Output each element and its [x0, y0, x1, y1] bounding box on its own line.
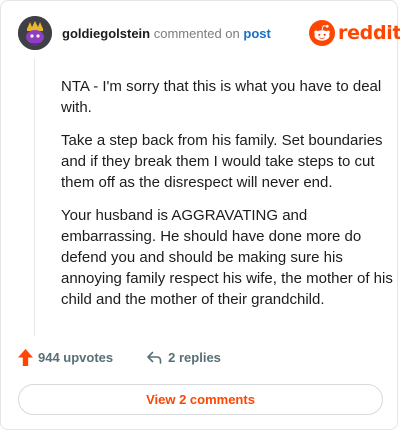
reddit-wordmark: reddit — [338, 22, 400, 44]
replies-count: 2 replies — [168, 350, 221, 365]
replies-button[interactable]: 2 replies — [146, 350, 221, 365]
reply-arrow-icon — [147, 351, 162, 364]
thread-line[interactable] — [34, 59, 35, 336]
upvote-button[interactable]: 944 upvotes — [18, 349, 113, 366]
comment-actions: 944 upvotes 2 replies — [18, 349, 221, 366]
snoo-avatar-icon — [18, 16, 52, 50]
comment-paragraph: Your husband is AGGRAVATING and embarras… — [61, 207, 393, 308]
view-comments-button[interactable]: View 2 comments — [18, 384, 383, 415]
comment-header: goldiegolstein commented on post — [62, 26, 271, 42]
comment-body: NTA - I'm sorry that this is what you ha… — [61, 76, 393, 322]
reddit-logo[interactable]: reddit — [309, 20, 400, 46]
upvote-count: 944 upvotes — [38, 350, 114, 365]
upvote-arrow-icon — [18, 349, 33, 366]
action-text: commented on — [153, 26, 240, 41]
comment-card: goldiegolstein commented on post reddit … — [0, 0, 400, 430]
comment-paragraph: Take a step back from his family. Set bo… — [61, 132, 383, 191]
post-link[interactable]: post — [243, 26, 270, 41]
reddit-snoo-icon — [309, 20, 335, 46]
comment-paragraph: NTA - I'm sorry that this is what you ha… — [61, 78, 382, 116]
user-avatar[interactable] — [18, 16, 52, 50]
username-link[interactable]: goldiegolstein — [62, 26, 150, 41]
